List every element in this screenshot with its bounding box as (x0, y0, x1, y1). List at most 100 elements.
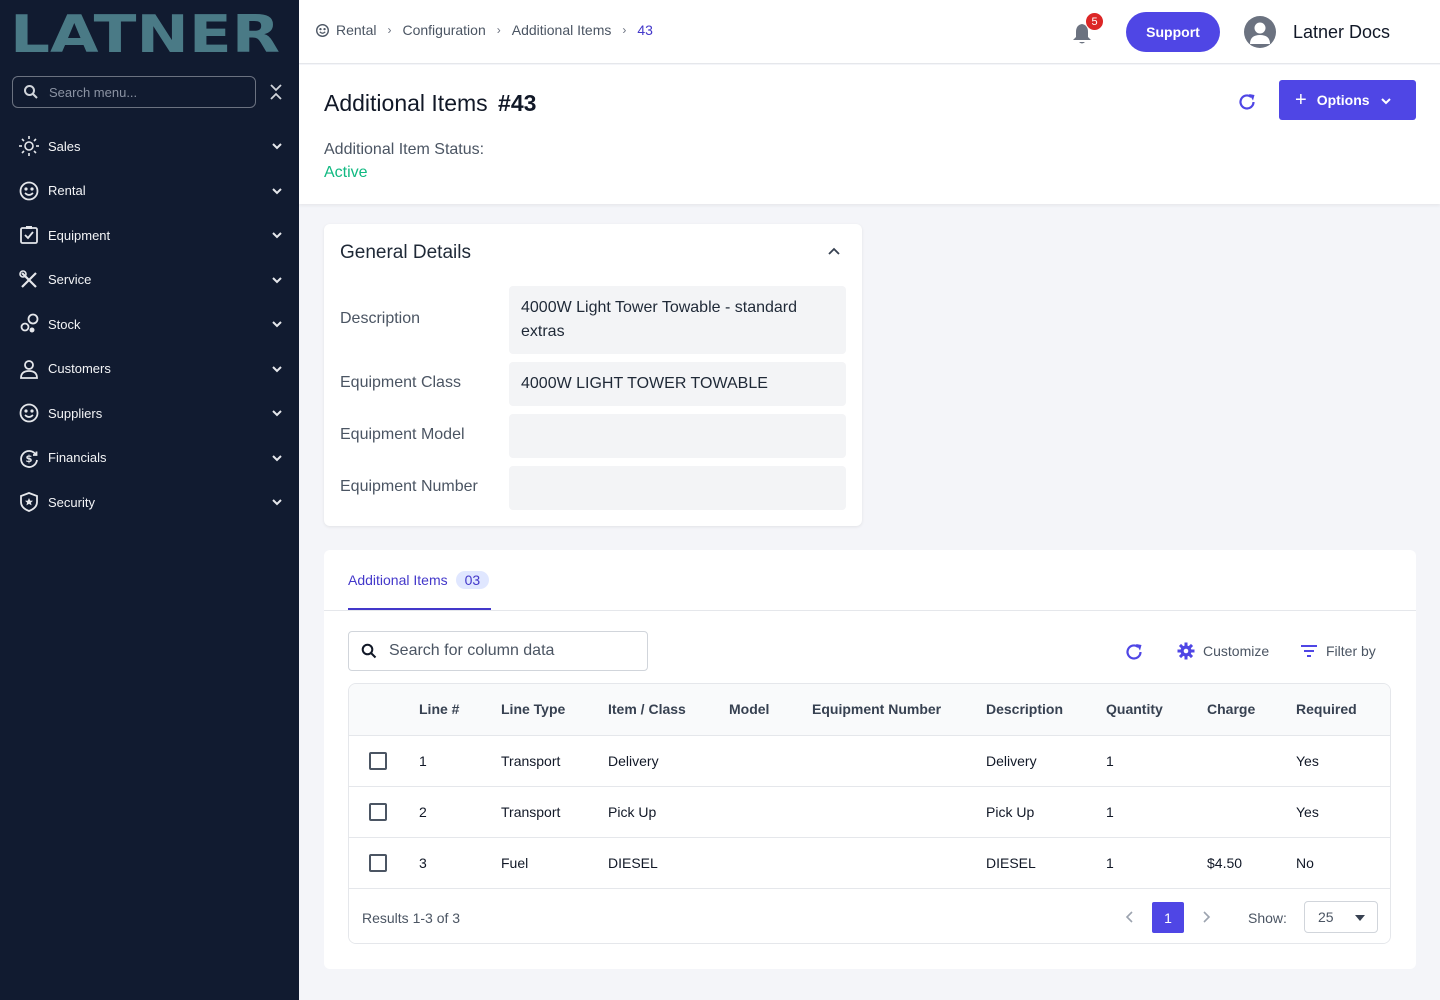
sidebar-item-label: Security (48, 494, 95, 510)
cell-quantity: 1 (1106, 753, 1114, 769)
search-icon (23, 84, 39, 100)
chevron-right-icon: › (496, 23, 501, 37)
equipment-number-label: Equipment Number (340, 478, 478, 495)
latner-logo[interactable]: LATNER (10, 8, 282, 58)
search-icon (361, 643, 377, 659)
sidebar-item-label: Stock (48, 316, 81, 332)
tab-count-badge: 03 (455, 571, 490, 589)
cell-line: 1 (419, 753, 427, 769)
sidebar-nav: Sales Rental Equipment Service Stock Cus… (0, 124, 299, 525)
chevron-left-icon[interactable] (1124, 910, 1136, 924)
table-header: Line # Line Type Item / Class Model Equi… (349, 684, 1390, 735)
filter-icon (1300, 642, 1318, 660)
customize-button[interactable]: Customize (1177, 642, 1269, 660)
filter-button[interactable]: Filter by (1300, 642, 1376, 660)
chevron-down-icon (271, 452, 283, 464)
sidebar-item-security[interactable]: Security (0, 480, 299, 525)
chevron-down-icon (271, 185, 283, 197)
table-row[interactable]: 1 Transport Delivery Delivery 1 Yes (349, 735, 1390, 786)
cell-charge: $4.50 (1207, 855, 1243, 871)
breadcrumb: Rental › Configuration › Additional Item… (315, 22, 653, 38)
customers-icon (18, 358, 40, 380)
column-header-line-type[interactable]: Line Type (501, 701, 565, 717)
sidebar-item-equipment[interactable]: Equipment (0, 213, 299, 258)
tab-additional-items[interactable]: Additional Items 03 (348, 571, 492, 610)
equipment-class-label: Equipment Class (340, 374, 461, 391)
support-button[interactable]: Support (1126, 12, 1220, 52)
page-title: Additional Items #43 (324, 90, 536, 117)
cell-quantity: 1 (1106, 804, 1114, 820)
rental-icon (315, 23, 330, 38)
sidebar-search[interactable] (12, 76, 256, 108)
sales-icon (18, 135, 40, 157)
sidebar-item-financials[interactable]: $ Financials (0, 436, 299, 481)
svg-text:$: $ (26, 454, 33, 465)
row-checkbox[interactable] (369, 803, 387, 821)
caret-down-icon (1355, 915, 1365, 921)
table-footer: Results 1-3 of 3 1 Show: 25 (349, 888, 1390, 943)
row-checkbox[interactable] (369, 854, 387, 872)
options-label: Options (1316, 92, 1370, 108)
row-checkbox[interactable] (369, 752, 387, 770)
column-header-charge[interactable]: Charge (1207, 701, 1255, 717)
sidebar-item-customers[interactable]: Customers (0, 347, 299, 392)
column-header-description[interactable]: Description (986, 701, 1063, 717)
tab-divider (324, 610, 1416, 611)
page-size-select[interactable]: 25 (1304, 901, 1378, 933)
column-header-quantity[interactable]: Quantity (1106, 701, 1163, 717)
customize-label: Customize (1203, 643, 1270, 659)
refresh-icon[interactable] (1236, 91, 1258, 113)
chevron-down-icon (271, 363, 283, 375)
table-search[interactable] (348, 631, 648, 671)
breadcrumb-rental[interactable]: Rental (336, 22, 376, 38)
column-header-equipment-number[interactable]: Equipment Number (812, 701, 941, 717)
page-button-current[interactable]: 1 (1152, 902, 1184, 933)
column-header-line[interactable]: Line # (419, 701, 459, 717)
sidebar-search-input[interactable] (49, 84, 239, 100)
chevron-down-icon (271, 274, 283, 286)
sidebar-item-label: Customers (48, 361, 111, 377)
user-name[interactable]: Latner Docs (1293, 22, 1390, 43)
description-label: Description (340, 310, 421, 327)
breadcrumb-current: 43 (637, 22, 653, 38)
chevron-up-icon[interactable] (826, 244, 842, 260)
cell-line-type: Fuel (501, 855, 529, 871)
gear-icon (1177, 642, 1195, 660)
column-header-required[interactable]: Required (1296, 701, 1357, 717)
equipment-class-field[interactable]: 4000W LIGHT TOWER TOWABLE (509, 362, 846, 406)
sidebar-item-label: Financials (48, 450, 107, 466)
description-field[interactable]: 4000W Light Tower Towable - standard ext… (509, 286, 846, 354)
additional-items-card: Additional Items 03 Customize Filter by … (324, 550, 1416, 969)
cell-required: Yes (1296, 753, 1319, 769)
collapse-all-icon[interactable] (268, 82, 284, 102)
sidebar-item-label: Sales (48, 138, 81, 154)
column-header-item-class[interactable]: Item / Class (608, 701, 686, 717)
svg-text:LATNER: LATNER (10, 8, 280, 58)
equipment-model-field[interactable] (509, 414, 846, 458)
chevron-down-icon (1380, 94, 1392, 106)
shield-icon (18, 491, 40, 513)
table-row[interactable]: 3 Fuel DIESEL DIESEL 1 $4.50 No (349, 837, 1390, 888)
cell-required: Yes (1296, 804, 1319, 820)
table-row[interactable]: 2 Transport Pick Up Pick Up 1 Yes (349, 786, 1390, 837)
sidebar-item-stock[interactable]: Stock (0, 302, 299, 347)
general-details-card: General Details Description 4000W Light … (324, 224, 862, 526)
cell-line: 2 (419, 804, 427, 820)
sidebar: LATNER Sales Rental Equipment Service (0, 0, 299, 1000)
sidebar-item-suppliers[interactable]: Suppliers (0, 391, 299, 436)
cell-description: Delivery (986, 753, 1037, 769)
sidebar-item-rental[interactable]: Rental (0, 169, 299, 214)
chevron-right-icon: › (622, 23, 627, 37)
table-search-input[interactable] (389, 642, 639, 660)
chevron-right-icon[interactable] (1200, 910, 1212, 924)
breadcrumb-configuration[interactable]: Configuration (402, 22, 485, 38)
refresh-icon[interactable] (1123, 641, 1145, 663)
column-header-model[interactable]: Model (729, 701, 769, 717)
sidebar-item-sales[interactable]: Sales (0, 124, 299, 169)
options-button[interactable]: + Options (1279, 80, 1416, 120)
data-table: Line # Line Type Item / Class Model Equi… (348, 683, 1391, 944)
avatar[interactable] (1244, 16, 1276, 48)
breadcrumb-additional-items[interactable]: Additional Items (512, 22, 612, 38)
sidebar-item-service[interactable]: Service (0, 258, 299, 303)
equipment-number-field[interactable] (509, 466, 846, 510)
